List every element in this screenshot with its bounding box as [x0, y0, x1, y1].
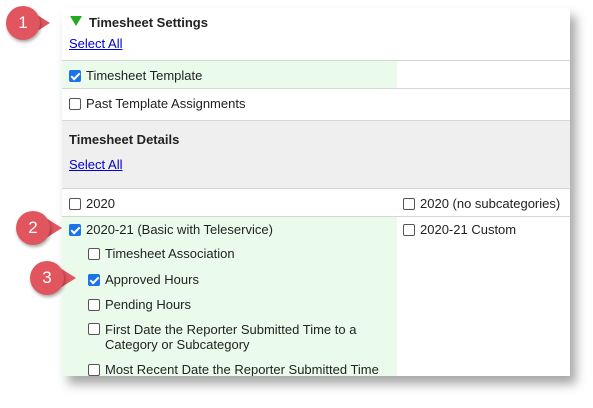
most-recent-date-submitted-option[interactable]: Most Recent Date the Reporter Submitted …	[88, 362, 379, 376]
option-label: 2020	[86, 196, 115, 211]
checkbox[interactable]	[88, 247, 100, 260]
callout-3: 3	[30, 261, 64, 295]
checkbox[interactable]	[88, 323, 100, 335]
option-label: Past Template Assignments	[86, 96, 246, 111]
select-all-link[interactable]: Select All	[69, 157, 122, 172]
table-row: Past Template Assignments	[62, 88, 570, 121]
approved-hours-option[interactable]: Approved Hours	[88, 272, 199, 287]
option-label: 2020 (no subcategories)	[420, 196, 561, 211]
settings-panel: Timesheet Settings Select All Timesheet …	[62, 8, 570, 376]
option-2020-no-subcategories[interactable]: 2020 (no subcategories)	[403, 196, 560, 211]
select-all-link[interactable]: Select All	[69, 36, 122, 51]
option-label: 2020-21 (Basic with Teleservice)	[86, 222, 273, 237]
row-divider	[62, 216, 570, 217]
option-label: Most Recent Date the Reporter Submitted …	[105, 362, 379, 376]
option-label: First Date the Reporter Submitted Time t…	[105, 322, 357, 352]
past-template-assignments-option[interactable]: Past Template Assignments	[69, 96, 245, 111]
checkbox[interactable]	[88, 363, 100, 376]
checkbox[interactable]	[403, 223, 415, 236]
timesheet-template-option[interactable]: Timesheet Template	[69, 68, 202, 83]
table-row: 2020 2020 (no subcategories)	[62, 188, 570, 217]
checkbox[interactable]	[88, 273, 100, 286]
checkbox[interactable]	[69, 197, 81, 210]
checkbox[interactable]	[88, 298, 100, 311]
checkbox[interactable]	[69, 69, 81, 82]
callout-1: 1	[6, 6, 40, 40]
timesheet-details-header: Timesheet Details Select All	[62, 120, 570, 189]
callout-2: 2	[16, 211, 50, 245]
checkbox[interactable]	[69, 223, 81, 236]
expand-triangle-icon[interactable]	[70, 16, 82, 26]
pending-hours-option[interactable]: Pending Hours	[88, 297, 191, 312]
option-label: Timesheet Association	[105, 246, 235, 261]
option-2020[interactable]: 2020	[69, 196, 115, 211]
row-highlight	[62, 216, 397, 376]
option-label: Timesheet Template	[86, 68, 203, 83]
option-2020-21-custom[interactable]: 2020-21 Custom	[403, 222, 516, 237]
table-row: Timesheet Template	[62, 60, 570, 89]
option-2020-21-basic[interactable]: 2020-21 (Basic with Teleservice)	[69, 222, 273, 237]
first-date-submitted-option[interactable]: First Date the Reporter Submitted Time t…	[88, 322, 388, 352]
details-title: Timesheet Details	[69, 132, 180, 147]
checkbox[interactable]	[69, 97, 81, 110]
timesheet-association-option[interactable]: Timesheet Association	[88, 246, 235, 261]
option-label: 2020-21 Custom	[420, 222, 517, 237]
section-title: Timesheet Settings	[89, 15, 208, 30]
option-label: Approved Hours	[105, 272, 199, 287]
timesheet-settings-header[interactable]: Timesheet Settings Select All	[62, 8, 570, 60]
checkbox[interactable]	[403, 197, 415, 210]
option-label: Pending Hours	[105, 297, 191, 312]
